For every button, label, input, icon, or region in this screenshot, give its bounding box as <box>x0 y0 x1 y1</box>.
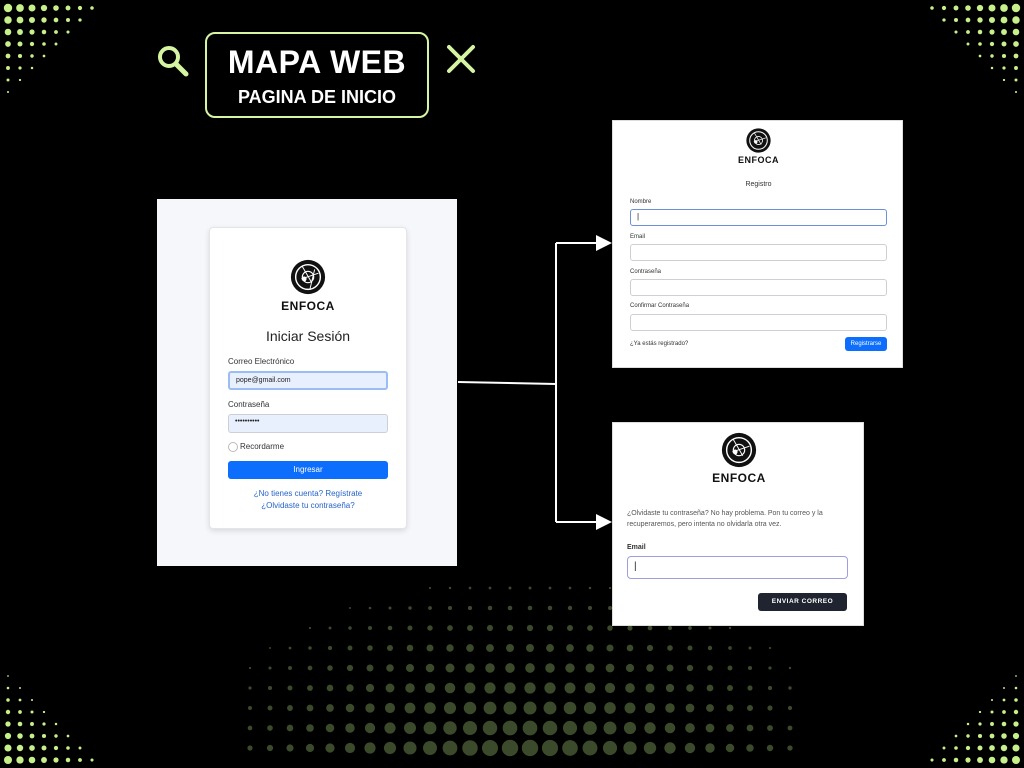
login-card: ENFOCA Iniciar Sesión Correo Electrónico… <box>209 227 407 529</box>
register-heading: Registro <box>745 181 772 188</box>
search-icon <box>158 46 189 77</box>
page-subtitle: PAGINA DE INICIO <box>237 87 396 107</box>
forgot-message: ¿Olvidaste tu contraseña? No hay problem… <box>627 510 823 528</box>
brand-name: ENFOCA <box>712 471 766 485</box>
email-label: Correo Electrónico <box>228 357 295 366</box>
login-button[interactable]: Ingresar <box>228 461 388 479</box>
brand-name: ENFOCA <box>281 299 335 313</box>
login-screen: ENFOCA Iniciar Sesión Correo Electrónico… <box>157 199 457 566</box>
email-field[interactable]: pope@gmail.com <box>228 371 388 390</box>
password-field[interactable] <box>630 279 887 296</box>
close-icon <box>447 45 475 73</box>
forgot-password-screen: ENFOCA ¿Olvidaste tu contraseña? No hay … <box>612 422 864 626</box>
already-registered-link[interactable]: ¿Ya estás registrado? <box>630 341 688 347</box>
confirm-password-field[interactable] <box>630 314 887 331</box>
confirm-password-label: Confirmar Contraseña <box>630 303 690 309</box>
decorative-dot-pattern <box>3 3 1021 764</box>
login-heading: Iniciar Sesión <box>265 328 351 344</box>
enfoca-logo: ENFOCA <box>613 127 904 165</box>
email-label: Email <box>630 234 646 240</box>
camera-lens-icon <box>290 259 326 295</box>
email-field[interactable] <box>630 244 887 261</box>
name-label: Nombre <box>630 199 652 205</box>
password-field[interactable]: •••••••••• <box>228 414 388 433</box>
enfoca-logo: ENFOCA <box>613 431 865 485</box>
remember-label: Recordarme <box>240 442 285 451</box>
email-field[interactable]: | <box>627 556 848 579</box>
remember-checkbox[interactable] <box>228 442 238 452</box>
forgot-password-link[interactable]: ¿Olvidaste tu contraseña? <box>210 501 406 510</box>
camera-lens-icon <box>721 432 757 468</box>
email-label: Email <box>627 544 646 551</box>
enfoca-logo: ENFOCA <box>210 258 406 313</box>
name-field[interactable]: | <box>630 209 887 226</box>
password-label: Contraseña <box>630 269 662 275</box>
register-link[interactable]: ¿No tienes cuenta? Regístrate <box>210 489 406 498</box>
page-title: MAPA WEB <box>227 44 407 80</box>
register-button[interactable]: Registrarse <box>845 337 887 351</box>
register-screen: ENFOCA Registro Nombre | Email Contraseñ… <box>612 120 903 368</box>
password-label: Contraseña <box>228 400 270 409</box>
brand-name: ENFOCA <box>738 155 779 165</box>
camera-lens-icon <box>746 128 771 153</box>
title-box: MAPA WEB PAGINA DE INICIO <box>205 32 429 118</box>
send-email-button[interactable]: ENVIAR CORREO <box>758 593 847 611</box>
